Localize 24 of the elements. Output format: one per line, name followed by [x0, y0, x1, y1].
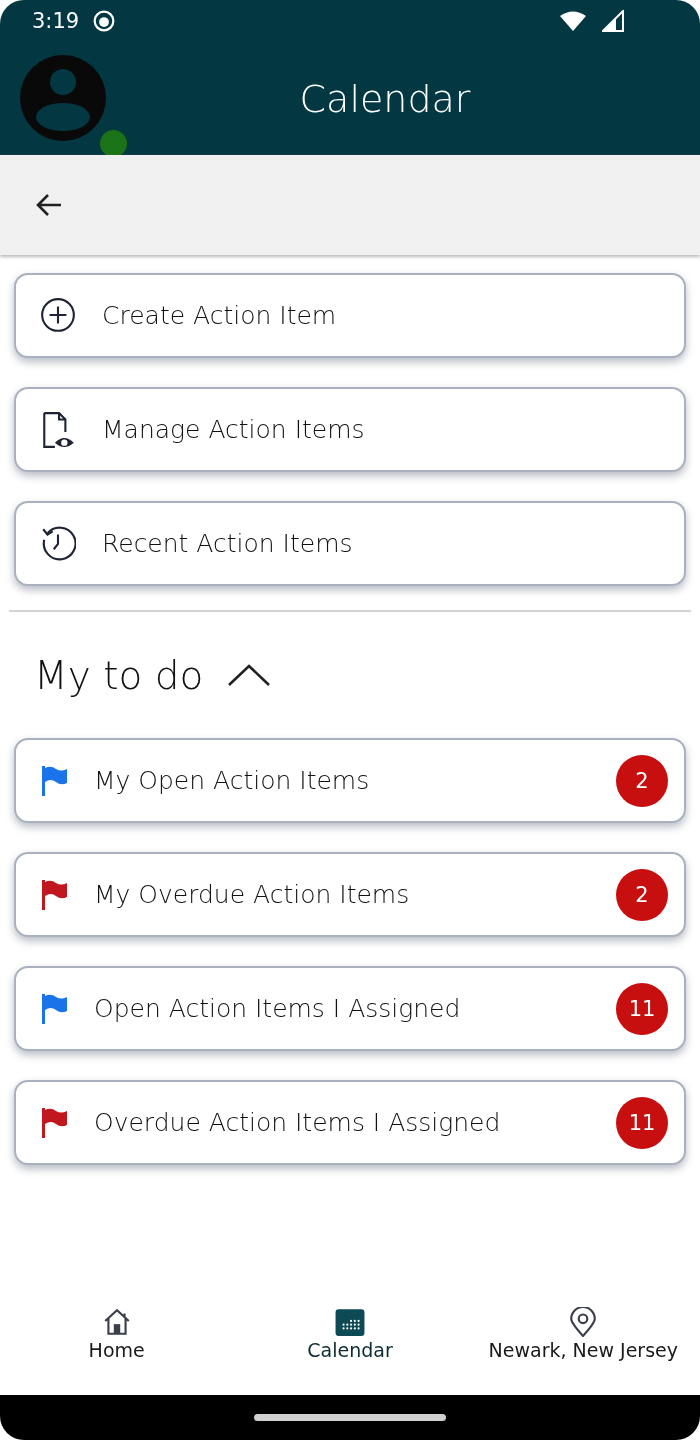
clock-icon	[40, 524, 76, 563]
todo-card[interactable]: Overdue Action Items I Assigned 11	[14, 1080, 686, 1165]
screen-title: Calendar	[299, 76, 471, 121]
todo-card[interactable]: My Overdue Action Items 2	[14, 852, 686, 937]
location-pin-icon	[568, 1307, 599, 1337]
status-time: 3:19	[32, 9, 80, 33]
nav-tab[interactable]: Calendar	[233, 1295, 467, 1373]
menu-card[interactable]: Recent Action Items	[14, 501, 686, 586]
section-title: My to do	[34, 652, 204, 698]
count-badge: 2	[616, 754, 668, 807]
plus-circle-icon	[40, 296, 76, 335]
count-badge: 11	[616, 982, 668, 1035]
count-badge: 11	[616, 1096, 668, 1149]
menu-card[interactable]: Create Action Item	[14, 273, 686, 358]
todo-card[interactable]: Open Action Items I Assigned 11	[14, 966, 686, 1051]
document-eye-icon	[40, 410, 76, 449]
signal-icon	[602, 10, 624, 32]
nav-tab[interactable]: Home	[0, 1295, 234, 1373]
wifi-icon	[560, 11, 586, 31]
calendar-icon	[335, 1307, 365, 1337]
menu-card[interactable]: Manage Action Items	[14, 387, 686, 472]
todo-card[interactable]: My Open Action Items 2	[14, 738, 686, 823]
count-badge: 2	[616, 868, 668, 921]
nav-tab[interactable]: Newark, New Jersey	[466, 1295, 700, 1373]
